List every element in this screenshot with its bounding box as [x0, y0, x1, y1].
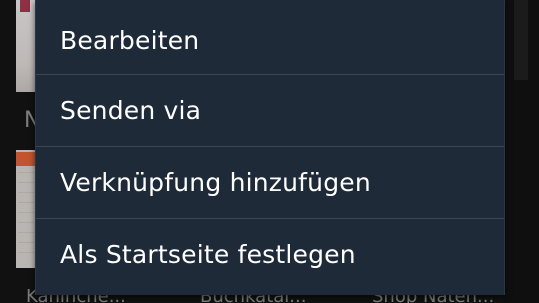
context-menu: Bearbeiten Senden via Verknüpfung hinzuf… [35, 0, 505, 295]
screen: N Kaninche... Buchkatal... Shop Naten...… [0, 0, 539, 303]
background-thumbnail [16, 0, 36, 92]
menu-item-set-homepage[interactable]: Als Startseite festlegen [36, 218, 504, 290]
background-thumbnail-accent [20, 0, 30, 12]
menu-item-label: Als Startseite festlegen [60, 240, 356, 269]
menu-item-label: Bearbeiten [60, 25, 200, 55]
menu-item-edit[interactable]: Bearbeiten [36, 0, 504, 74]
menu-item-send-via[interactable]: Senden via [36, 74, 504, 146]
menu-item-label: Senden via [60, 96, 202, 125]
menu-item-label: Verknüpfung hinzufügen [60, 168, 371, 197]
menu-item-add-shortcut[interactable]: Verknüpfung hinzufügen [36, 146, 504, 218]
background-document-band [16, 152, 36, 166]
background-document-lines [18, 172, 34, 262]
background-right-thumbnail [514, 0, 528, 80]
